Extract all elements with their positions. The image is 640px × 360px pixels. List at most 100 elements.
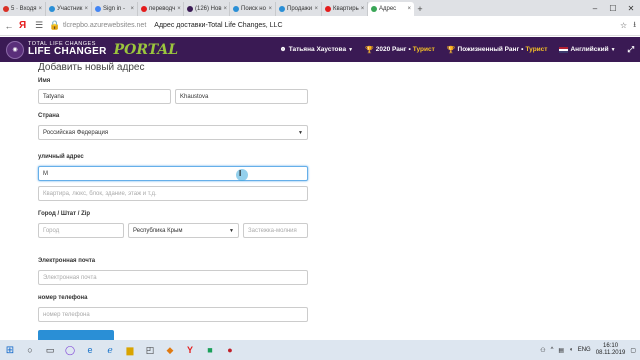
last-name-input[interactable]: Khaustova bbox=[175, 89, 308, 104]
file-explorer-icon[interactable]: ▆ bbox=[124, 344, 136, 356]
browser-tab[interactable]: переводч × bbox=[138, 2, 184, 16]
user-avatar-icon: ☻ bbox=[279, 46, 287, 53]
close-tab-icon[interactable]: × bbox=[361, 6, 365, 12]
chevron-up-icon[interactable]: ^ bbox=[551, 347, 554, 353]
bookmark-icon[interactable]: ☆ bbox=[620, 21, 627, 30]
language-menu[interactable]: Английский ▼ bbox=[559, 46, 616, 53]
rank-value: Турист bbox=[412, 46, 435, 53]
lock-icon: 🔒 bbox=[49, 20, 61, 30]
tab-label: 5 · Входя bbox=[11, 6, 37, 12]
trophy-icon: 🏆 bbox=[365, 46, 374, 54]
new-tab-button[interactable]: + bbox=[414, 2, 426, 16]
address-bar: ← Я ☰ 🔒 tlcrepbo.azurewebsites.net Адрес… bbox=[0, 16, 640, 36]
fullscreen-icon[interactable]: ⤢ bbox=[628, 45, 634, 55]
maximize-icon[interactable]: ☐ bbox=[604, 4, 622, 13]
phone-input[interactable]: номер телефона bbox=[38, 307, 308, 322]
tab-favicon-icon bbox=[279, 6, 285, 12]
task-view-icon[interactable]: ▭ bbox=[44, 344, 56, 356]
street-address-2-input[interactable]: Квартира, люкс, блок, здание, этаж и т.д… bbox=[38, 186, 308, 201]
browser-tab[interactable]: Адрес × bbox=[368, 2, 414, 16]
close-tab-icon[interactable]: × bbox=[130, 6, 134, 12]
country-label: Страна bbox=[38, 113, 60, 119]
state-select[interactable]: Республика Крым ▼ bbox=[128, 223, 239, 238]
chevron-down-icon: ▼ bbox=[610, 46, 616, 53]
site-logo[interactable]: ◉ TOTAL LIFE CHANGES LIFE CHANGER PORTAL bbox=[6, 40, 178, 59]
city-state-zip-label: Город / Штат / Zip bbox=[38, 211, 91, 217]
street-address-input[interactable]: М bbox=[38, 166, 308, 181]
language-label: Английский bbox=[570, 46, 609, 53]
close-tab-icon[interactable]: × bbox=[224, 6, 228, 12]
browser-tab[interactable]: Продажи × bbox=[276, 2, 322, 16]
browser-tab[interactable]: 5 · Входя × bbox=[0, 2, 46, 16]
windows-taskbar: ⊞ ○ ▭ ◯ e ℯ ▆ ◰ ◆ Y ■ ● ⚇ ^ ▤ ◖ ENG 16:1… bbox=[0, 340, 640, 360]
chevron-down-icon: ▼ bbox=[348, 46, 354, 53]
close-window-icon[interactable]: ✕ bbox=[622, 4, 640, 13]
alice-icon[interactable]: ◯ bbox=[64, 344, 76, 356]
close-tab-icon[interactable]: × bbox=[177, 6, 181, 12]
browser-tab[interactable]: Sign in - × bbox=[92, 2, 138, 16]
yandex-logo-icon[interactable]: Я bbox=[19, 20, 29, 31]
country-value: Российская Федерация bbox=[43, 129, 109, 136]
close-tab-icon[interactable]: × bbox=[314, 6, 318, 12]
store-icon[interactable]: ◰ bbox=[144, 344, 156, 356]
tab-label: переводч bbox=[149, 6, 176, 12]
tab-label: (126) Нов bbox=[195, 6, 222, 12]
browser-tab-strip: 5 · Входя × Участник × Sign in - × переводч × (1… bbox=[0, 0, 640, 16]
submit-button[interactable] bbox=[38, 330, 114, 340]
url-field[interactable]: 🔒 tlcrepbo.azurewebsites.net Адрес доста… bbox=[49, 19, 283, 33]
system-tray: ⚇ ^ ▤ ◖ ENG 16:10 08.11.2019 ▢ bbox=[540, 343, 636, 356]
tab-label: Адрес bbox=[379, 6, 397, 12]
user-menu[interactable]: ☻ Татьяна Хаустова ▼ bbox=[279, 46, 353, 53]
street-label: уличный адрес bbox=[38, 154, 84, 160]
lifetime-rank-menu[interactable]: 🏆 Пожизненный Ранг • Турист bbox=[447, 46, 548, 54]
notifications-icon[interactable]: ▢ bbox=[630, 347, 636, 354]
search-icon[interactable]: ○ bbox=[24, 344, 36, 356]
trophy-icon: 🏆 bbox=[446, 46, 456, 54]
email-input[interactable]: Электронная почта bbox=[38, 270, 308, 285]
mouse-highlight bbox=[236, 169, 248, 181]
tab-label: Поиск но bbox=[241, 6, 266, 12]
browser-tab[interactable]: Квартирь × bbox=[322, 2, 368, 16]
windows-start-icon[interactable]: ⊞ bbox=[4, 344, 16, 356]
browser-tab[interactable]: (126) Нов × bbox=[184, 2, 230, 16]
app-icon[interactable]: ◆ bbox=[164, 344, 176, 356]
close-tab-icon[interactable]: × bbox=[407, 6, 411, 12]
tab-favicon-icon bbox=[325, 6, 331, 12]
tabs-icon[interactable]: ☰ bbox=[34, 20, 44, 31]
close-tab-icon[interactable]: × bbox=[268, 6, 272, 12]
ie-icon[interactable]: ℯ bbox=[104, 344, 116, 356]
network-icon[interactable]: ▤ bbox=[558, 347, 564, 354]
zip-input[interactable]: Застежка-молния bbox=[243, 223, 308, 238]
name-label: Имя bbox=[38, 78, 51, 84]
rank-menu[interactable]: 🏆 2020 Ранг • Турист bbox=[365, 46, 435, 54]
state-value: Республика Крым bbox=[133, 227, 183, 234]
close-tab-icon[interactable]: × bbox=[84, 6, 88, 12]
language-indicator[interactable]: ENG bbox=[578, 347, 591, 353]
app-icon[interactable]: ■ bbox=[204, 344, 216, 356]
tab-favicon-icon bbox=[3, 6, 9, 12]
volume-icon[interactable]: ◖ bbox=[569, 347, 573, 353]
close-tab-icon[interactable]: × bbox=[39, 6, 43, 12]
chevron-down-icon: ▼ bbox=[229, 227, 234, 234]
yandex-browser-icon[interactable]: Y bbox=[184, 344, 196, 356]
download-icon[interactable]: ⭳ bbox=[633, 19, 636, 33]
rank-prefix: 2020 Ранг bbox=[375, 46, 407, 53]
logo-mark-icon: ◉ bbox=[6, 40, 24, 59]
back-icon[interactable]: ← bbox=[4, 21, 14, 31]
clock-date: 08.11.2019 bbox=[595, 350, 626, 356]
country-select[interactable]: Российская Федерация ▼ bbox=[38, 125, 308, 140]
tab-favicon-icon bbox=[371, 6, 377, 12]
phone-label: номер телефона bbox=[38, 295, 88, 301]
browser-tab[interactable]: Участник × bbox=[46, 2, 92, 16]
tab-label: Продажи bbox=[287, 6, 313, 12]
edge-icon[interactable]: e bbox=[84, 344, 96, 356]
people-icon[interactable]: ⚇ bbox=[540, 347, 545, 354]
minimize-icon[interactable]: – bbox=[586, 4, 604, 13]
clock[interactable]: 16:10 08.11.2019 bbox=[596, 343, 626, 356]
city-input[interactable]: Город bbox=[38, 223, 124, 238]
address-form: Добавить новый адрес Имя Tatyana Khausto… bbox=[0, 62, 640, 340]
first-name-input[interactable]: Tatyana bbox=[38, 89, 171, 104]
browser-tab[interactable]: Поиск но × bbox=[230, 2, 276, 16]
app-icon[interactable]: ● bbox=[224, 344, 236, 356]
tab-favicon-icon bbox=[95, 6, 101, 12]
